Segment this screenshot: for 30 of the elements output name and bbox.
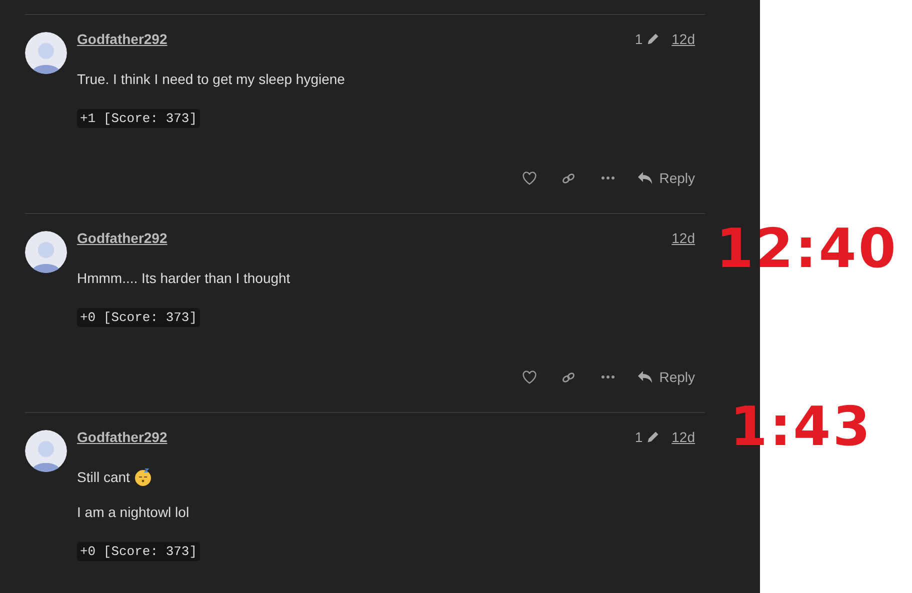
avatar[interactable] [25,430,67,472]
pencil-icon [646,32,660,46]
post-date-link[interactable]: 12d [672,228,695,248]
post-text: Still cant [77,468,130,486]
edit-history-button[interactable]: 1 [634,28,660,50]
post-date-link[interactable]: 12d [672,28,695,50]
more-icon [600,375,615,379]
avatar[interactable] [25,32,67,74]
post-date-link[interactable]: 12d [672,426,695,448]
username-link[interactable]: Godfather292 [77,228,168,248]
link-icon [561,370,576,384]
score-code: +0 [Score: 373] [77,308,200,327]
reply-arrow-icon [637,369,654,385]
reply-button[interactable]: Reply [637,164,695,192]
avatar[interactable] [25,231,67,273]
reply-button[interactable]: Reply [637,363,695,391]
edit-history-button[interactable]: 1 [634,426,660,448]
link-icon [561,170,576,186]
username-link[interactable]: Godfather292 [77,426,168,448]
post-text: True. I think I need to get my sleep hygiene [77,70,345,89]
pencil-icon [646,430,660,444]
more-icon [600,176,615,180]
score-code: +0 [Score: 373] [77,542,200,561]
heart-icon [522,370,538,384]
heart-icon [522,170,538,186]
post-text: I am a nightowl lol [77,502,190,522]
reply-arrow-icon [637,170,654,186]
post-text: Hmmm.... Its harder than I thought [77,268,290,288]
username-link[interactable]: Godfather292 [77,28,168,50]
score-code: +1 [Score: 373] [77,109,200,128]
